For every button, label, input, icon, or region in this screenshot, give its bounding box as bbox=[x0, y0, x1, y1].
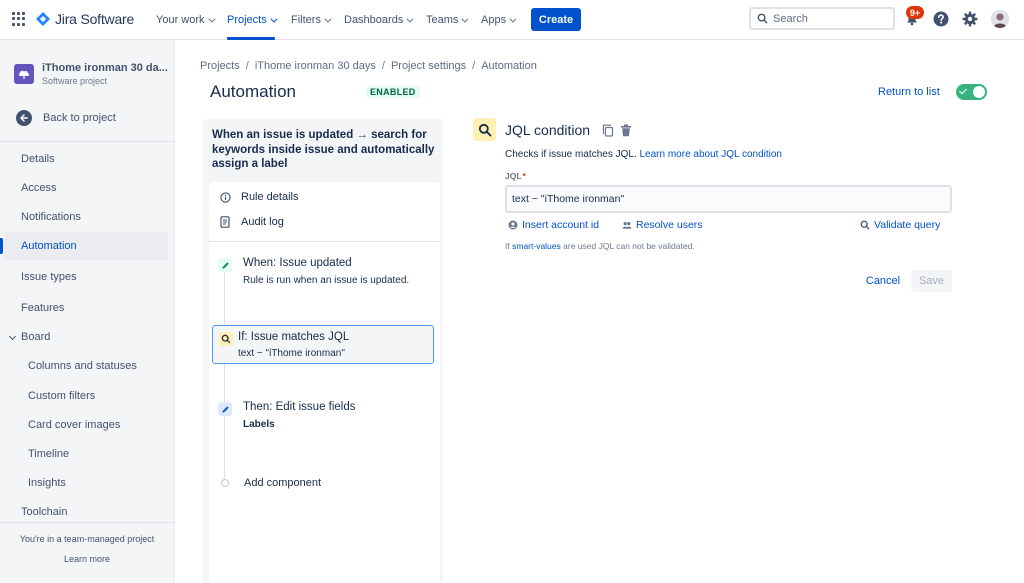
sidebar-item-issue-types[interactable]: Issue types bbox=[0, 263, 174, 291]
pencil-icon bbox=[218, 258, 232, 272]
status-badge: ENABLED bbox=[366, 86, 420, 98]
jira-logo-icon bbox=[36, 12, 50, 26]
project-header[interactable]: iThome ironman 30 da... Software project bbox=[14, 62, 168, 86]
user-avatar[interactable] bbox=[991, 10, 1009, 28]
learn-more-jql-link[interactable]: Learn more about JQL condition bbox=[640, 149, 783, 160]
jql-field-label: JQL* bbox=[505, 171, 526, 181]
brand-name: Jira Software bbox=[55, 11, 135, 27]
settings-button[interactable] bbox=[961, 10, 979, 28]
breadcrumb: Projects / iThome ironman 30 days / Projec… bbox=[200, 60, 537, 72]
nav-projects[interactable]: Projects bbox=[227, 0, 278, 40]
project-name: iThome ironman 30 da... bbox=[42, 62, 168, 74]
add-component-dot-icon bbox=[221, 479, 229, 487]
back-to-project-button[interactable]: Back to project bbox=[16, 110, 116, 126]
search-icon bbox=[219, 332, 233, 346]
search-icon bbox=[473, 118, 496, 141]
search-icon bbox=[757, 13, 768, 24]
breadcrumb-project-settings[interactable]: Project settings bbox=[391, 60, 466, 72]
cloud-icon bbox=[18, 70, 30, 79]
sidebar-item-columns-and-statuses[interactable]: Columns and statuses bbox=[0, 352, 174, 380]
smart-values-link[interactable]: smart-values bbox=[512, 241, 561, 251]
page-title: Automation bbox=[210, 82, 296, 101]
sidebar-item-insights[interactable]: Insights bbox=[0, 469, 174, 497]
help-icon bbox=[933, 11, 949, 27]
condition-description: Checks if issue matches JQL. Learn more … bbox=[505, 149, 782, 160]
rule-card: Rule details Audit log When: Issue updat… bbox=[209, 182, 440, 583]
copy-icon[interactable] bbox=[602, 124, 614, 137]
top-navigation: Jira Software Your work Projects Filters… bbox=[0, 0, 1024, 40]
rule-timeline bbox=[224, 267, 225, 487]
app-switcher-icon[interactable] bbox=[12, 12, 26, 26]
insert-account-id-button[interactable]: Insert account id bbox=[508, 219, 599, 231]
gear-icon bbox=[962, 11, 978, 27]
save-button[interactable]: Save bbox=[911, 270, 952, 292]
document-icon bbox=[219, 216, 231, 228]
nav-your-work[interactable]: Your work bbox=[156, 0, 215, 40]
cancel-button[interactable]: Cancel bbox=[860, 270, 906, 292]
sidebar-item-automation[interactable]: Automation bbox=[0, 232, 168, 260]
rule-card-divider bbox=[209, 241, 440, 242]
sidebar-item-custom-filters[interactable]: Custom filters bbox=[0, 382, 174, 410]
sidebar-footer-divider bbox=[0, 522, 174, 523]
avatar-icon bbox=[991, 10, 1009, 28]
project-type: Software project bbox=[42, 76, 108, 86]
rule-enabled-toggle[interactable] bbox=[956, 84, 987, 100]
add-component-button[interactable]: Add component bbox=[244, 477, 321, 489]
smart-values-hint: If smart-values are used JQL can not be … bbox=[505, 241, 695, 251]
search-input[interactable] bbox=[773, 12, 883, 25]
pencil-icon bbox=[218, 402, 232, 416]
chevron-down-icon bbox=[406, 15, 414, 23]
sidebar-item-card-cover-images[interactable]: Card cover images bbox=[0, 411, 174, 439]
team-managed-note: You're in a team-managed project bbox=[19, 534, 155, 544]
arrow-left-icon bbox=[16, 110, 32, 126]
project-sidebar: iThome ironman 30 da... Software project… bbox=[0, 40, 175, 583]
chevron-down-icon bbox=[8, 332, 17, 341]
nav-apps[interactable]: Apps bbox=[481, 0, 517, 40]
project-avatar bbox=[14, 64, 34, 84]
sidebar-item-timeline[interactable]: Timeline bbox=[0, 440, 174, 468]
search-icon bbox=[860, 220, 870, 230]
rule-step-condition[interactable]: If: Issue matches JQL text ~ "iThome iro… bbox=[212, 325, 434, 364]
sidebar-item-board[interactable]: Board bbox=[0, 323, 174, 351]
return-to-list-link[interactable]: Return to list bbox=[878, 86, 940, 98]
breadcrumb-automation[interactable]: Automation bbox=[481, 60, 537, 72]
notification-badge: 9+ bbox=[906, 6, 924, 19]
resolve-users-button[interactable]: Resolve users bbox=[622, 219, 703, 231]
user-circle-icon bbox=[508, 220, 518, 230]
audit-log-link[interactable]: Audit log bbox=[219, 216, 284, 228]
toggle-knob bbox=[973, 86, 985, 98]
check-icon bbox=[959, 86, 967, 95]
jql-input[interactable] bbox=[505, 185, 952, 213]
learn-more-link[interactable]: Learn more bbox=[0, 554, 174, 564]
validate-query-button[interactable]: Validate query bbox=[860, 219, 940, 231]
info-icon bbox=[219, 191, 231, 203]
sidebar-item-access[interactable]: Access bbox=[0, 174, 174, 202]
breadcrumb-projects[interactable]: Projects bbox=[200, 60, 240, 72]
sidebar-divider bbox=[0, 141, 174, 142]
nav-filters[interactable]: Filters bbox=[291, 0, 332, 40]
search-box[interactable] bbox=[749, 7, 895, 30]
users-icon bbox=[622, 220, 632, 230]
create-button[interactable]: Create bbox=[531, 8, 581, 31]
rule-title: When an issue is updated → search for ke… bbox=[212, 129, 435, 170]
chevron-down-icon bbox=[270, 15, 278, 23]
sidebar-item-features[interactable]: Features bbox=[0, 294, 174, 322]
help-button[interactable] bbox=[932, 10, 950, 28]
trash-icon[interactable] bbox=[620, 124, 632, 137]
rule-details-link[interactable]: Rule details bbox=[219, 191, 298, 203]
chevron-down-icon bbox=[324, 15, 332, 23]
chevron-down-icon bbox=[207, 15, 215, 23]
chevron-down-icon bbox=[461, 15, 469, 23]
condition-title: JQL condition bbox=[505, 122, 591, 138]
nav-teams[interactable]: Teams bbox=[426, 0, 469, 40]
back-label: Back to project bbox=[43, 112, 116, 124]
sidebar-item-notifications[interactable]: Notifications bbox=[0, 203, 174, 231]
nav-dashboards[interactable]: Dashboards bbox=[344, 0, 414, 40]
breadcrumb-project[interactable]: iThome ironman 30 days bbox=[255, 60, 376, 72]
sidebar-item-details[interactable]: Details bbox=[0, 145, 174, 173]
jira-logo[interactable]: Jira Software bbox=[36, 11, 134, 27]
chevron-down-icon bbox=[509, 15, 517, 23]
rule-panel: When an issue is updated → search for ke… bbox=[203, 119, 443, 583]
